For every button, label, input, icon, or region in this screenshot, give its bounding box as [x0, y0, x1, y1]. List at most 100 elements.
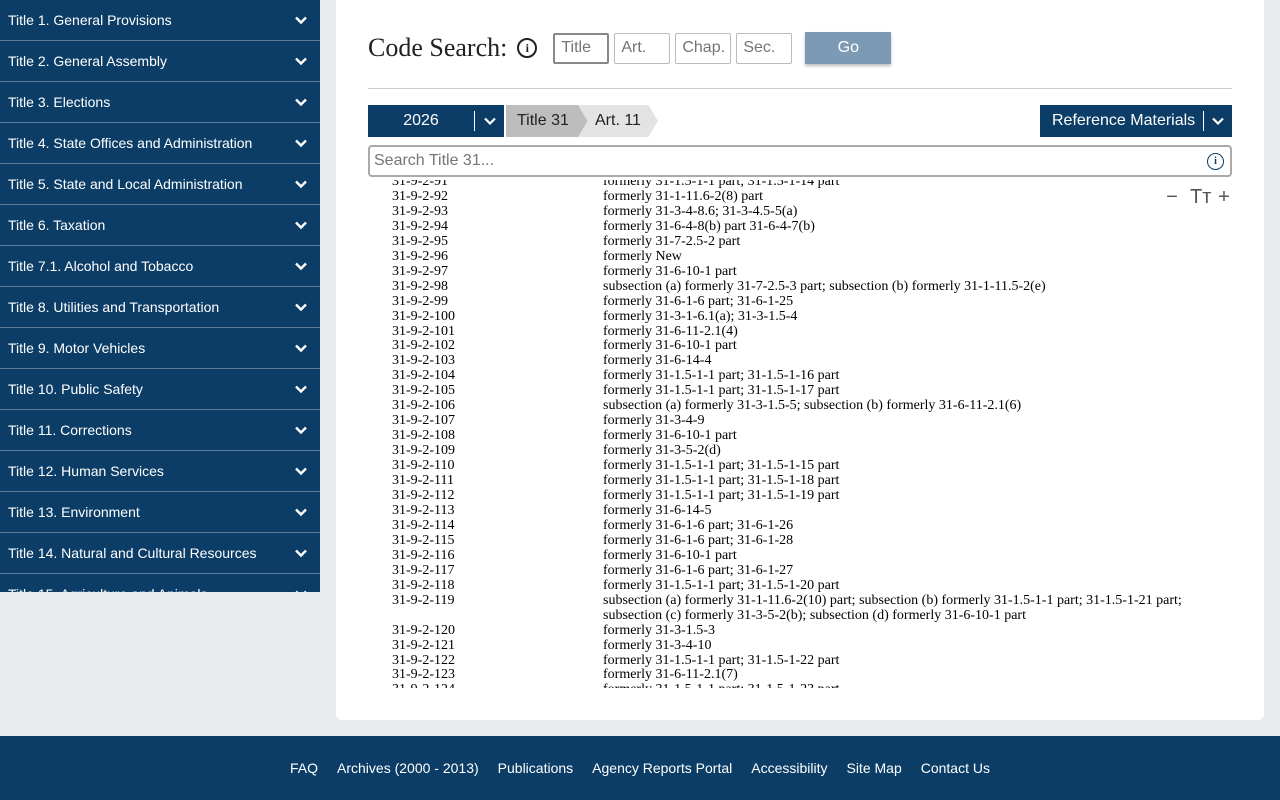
- sidebar-item[interactable]: Title 7.1. Alcohol and Tobacco: [0, 246, 320, 287]
- section-history: formerly 31-6-14-4: [603, 353, 712, 369]
- footer-link[interactable]: Agency Reports Portal: [592, 760, 732, 776]
- sidebar-item[interactable]: Title 12. Human Services: [0, 451, 320, 492]
- table-row: 31-9-2-114 formerly 31-6-1-6 part; 31-6-1…: [392, 518, 1232, 534]
- chevron-down-icon: [294, 587, 308, 592]
- title-search-box: i: [368, 145, 1232, 177]
- section-history: formerly 31-1.5-1-1 part; 31-1.5-1-20 pa…: [603, 577, 840, 593]
- table-row: 31-9-2-108 formerly 31-6-10-1 part: [392, 428, 1232, 444]
- footer-link[interactable]: FAQ: [290, 760, 318, 776]
- table-row: 31-9-2-117 formerly 31-6-1-6 part; 31-6-1…: [392, 563, 1232, 579]
- sidebar-item[interactable]: Title 11. Corrections: [0, 410, 320, 451]
- sidebar-item[interactable]: Title 8. Utilities and Transportation: [0, 287, 320, 328]
- sidebar-item-label: Title 8. Utilities and Transportation: [8, 299, 220, 315]
- breadcrumb-article[interactable]: Art. 11: [578, 105, 658, 137]
- table-row: 31-9-2-110 formerly 31-1.5-1-1 part; 31-1…: [392, 458, 1232, 474]
- code-content[interactable]: 31-9-2-91 formerly 31-1.5-1-1 part; 31-1.…: [392, 180, 1232, 688]
- increase-font-icon[interactable]: +: [1216, 186, 1232, 209]
- table-row: 31-9-2-115 formerly 31-6-1-6 part; 31-6-1…: [392, 532, 1232, 549]
- table-row: subsection (c) formerly 31-3-5-2(b); sub…: [392, 608, 1232, 624]
- table-row: 31-9-2-92 formerly 31-1-11.6-2(8) part: [392, 188, 1232, 205]
- reference-materials-button[interactable]: Reference Materials: [1040, 105, 1232, 137]
- sidebar-item[interactable]: Title 13. Environment: [0, 492, 320, 533]
- reference-materials-label: Reference Materials: [1052, 112, 1196, 129]
- chevron-down-icon: [294, 54, 308, 68]
- section-number: 31-9-2-100: [392, 308, 455, 324]
- table-row: 31-9-2-121 formerly 31-3-4-10: [392, 637, 1232, 654]
- sidebar-item[interactable]: Title 9. Motor Vehicles: [0, 328, 320, 369]
- chevron-down-icon: [294, 177, 308, 191]
- sidebar-item[interactable]: Title 1. General Provisions: [0, 0, 320, 41]
- section-history: formerly 31-6-1-6 part; 31-6-1-25: [603, 293, 794, 309]
- footer-link[interactable]: Contact Us: [921, 760, 990, 776]
- section-history: formerly 31-1.5-1-1 part; 31-1.5-1-23 pa…: [603, 682, 1232, 688]
- chevron-down-icon: [294, 95, 308, 109]
- title-search-input[interactable]: [374, 152, 1207, 170]
- section-history: formerly 31-6-10-1 part: [603, 338, 737, 354]
- title-sidebar: Title 1. General Provisions Title 2. Gene…: [0, 0, 320, 592]
- section-history: subsection (a) formerly 31-7-2.5-3 part;…: [603, 278, 1046, 294]
- section-history: formerly 31-3-4-10: [603, 637, 712, 653]
- sidebar-item-label: Title 4. State Offices and Administratio…: [8, 135, 253, 151]
- section-history: subsection (a) formerly 31-3-1.5-5; subs…: [603, 398, 1022, 414]
- section-number: 31-9-2-115: [392, 532, 455, 548]
- title-input[interactable]: [553, 32, 610, 64]
- section-number: 31-9-2-121: [392, 637, 455, 653]
- table-row: 31-9-2-118 formerly 31-1.5-1-1 part; 31-1…: [392, 577, 1232, 594]
- section-number: 31-9-2-92: [392, 188, 448, 204]
- chevron-down-icon: [294, 464, 308, 478]
- sidebar-item[interactable]: Title 14. Natural and Cultural Resources: [0, 533, 320, 574]
- year-select[interactable]: 2026: [368, 105, 504, 137]
- sidebar-item[interactable]: Title 6. Taxation: [0, 205, 320, 246]
- navigation-row: 2026 Title 31 Art. 11 Reference Material…: [368, 105, 1232, 137]
- sidebar-item[interactable]: Title 4. State Offices and Administratio…: [0, 123, 320, 164]
- sidebar-item[interactable]: Title 15. Agriculture and Animals: [0, 574, 320, 592]
- chevron-down-icon: [294, 259, 308, 273]
- section-number: 31-9-2-97: [392, 263, 448, 279]
- chevron-down-icon: [294, 546, 308, 560]
- font-size-tools: − Tт +: [1164, 186, 1232, 209]
- section-history: formerly 31-1.5-1-1 part; 31-1.5-1-15 pa…: [603, 458, 840, 474]
- sidebar-item-label: Title 7.1. Alcohol and Tobacco: [8, 258, 194, 274]
- chapter-input[interactable]: [675, 32, 732, 64]
- main-panel: Code Search: i Go 2026 Title 31 Art. 11 …: [336, 0, 1264, 720]
- table-row: 31-9-2-101 formerly 31-6-11-2.1(4): [392, 324, 1232, 340]
- section-number: 31-9-2-118: [392, 577, 455, 593]
- section-history: formerly 31-3-1.5-3: [603, 622, 715, 638]
- section-history: subsection (a) formerly 31-1-11.6-2(10) …: [603, 592, 1182, 608]
- sidebar-item[interactable]: Title 2. General Assembly: [0, 41, 320, 82]
- section-number: 31-9-2-103: [392, 353, 455, 369]
- footer-links: FAQ Archives (2000 - 2013) Publications Age…: [0, 760, 1280, 776]
- chevron-down-icon: [294, 136, 308, 150]
- chevron-down-icon: [294, 13, 308, 27]
- chevron-down-icon: [294, 505, 308, 519]
- history-table: 31-9-2-91 formerly 31-1.5-1-1 part; 31-1.…: [392, 180, 1232, 688]
- sidebar-item[interactable]: Title 5. State and Local Administration: [0, 164, 320, 205]
- table-row: 31-9-2-105 formerly 31-1.5-1-1 part; 31-1…: [392, 383, 1232, 399]
- article-input[interactable]: [614, 32, 671, 64]
- footer-link[interactable]: Archives (2000 - 2013): [337, 760, 479, 776]
- sidebar-item-label: Title 2. General Assembly: [8, 53, 167, 69]
- go-button[interactable]: Go: [805, 32, 892, 64]
- decrease-font-icon[interactable]: −: [1164, 186, 1180, 209]
- section-history: formerly 31-6-4-8(b) part 31-6-4-7(b): [603, 218, 815, 234]
- footer-link[interactable]: Site Map: [846, 760, 901, 776]
- table-row: 31-9-2-100 formerly 31-3-1-6.1(a); 31-3-1…: [392, 308, 1232, 325]
- section-number: 31-9-2-112: [392, 488, 455, 504]
- section-history: formerly New: [603, 248, 682, 264]
- info-icon[interactable]: i: [1207, 152, 1224, 170]
- breadcrumb-title[interactable]: Title 31: [506, 105, 588, 137]
- section-input[interactable]: [736, 32, 793, 64]
- font-size-icon[interactable]: Tт: [1190, 186, 1211, 209]
- chevron-down-icon: [294, 300, 308, 314]
- table-row: 31-9-2-102 formerly 31-6-10-1 part: [392, 339, 1232, 354]
- footer-link[interactable]: Publications: [498, 760, 574, 776]
- table-row: 31-9-2-109 formerly 31-3-5-2(d): [392, 443, 1232, 459]
- info-icon[interactable]: i: [517, 38, 538, 58]
- footer-link[interactable]: Accessibility: [751, 760, 827, 776]
- table-row: 31-9-2-98 subsection (a) formerly 31-7-2.…: [392, 278, 1232, 295]
- sidebar-item[interactable]: Title 10. Public Safety: [0, 369, 320, 410]
- table-row: 31-9-2-91 formerly 31-1.5-1-1 part; 31-1.…: [392, 180, 1232, 190]
- section-history: formerly 31-6-10-1 part: [603, 547, 737, 563]
- section-history: formerly 31-3-5-2(d): [603, 443, 721, 459]
- sidebar-item[interactable]: Title 3. Elections: [0, 82, 320, 123]
